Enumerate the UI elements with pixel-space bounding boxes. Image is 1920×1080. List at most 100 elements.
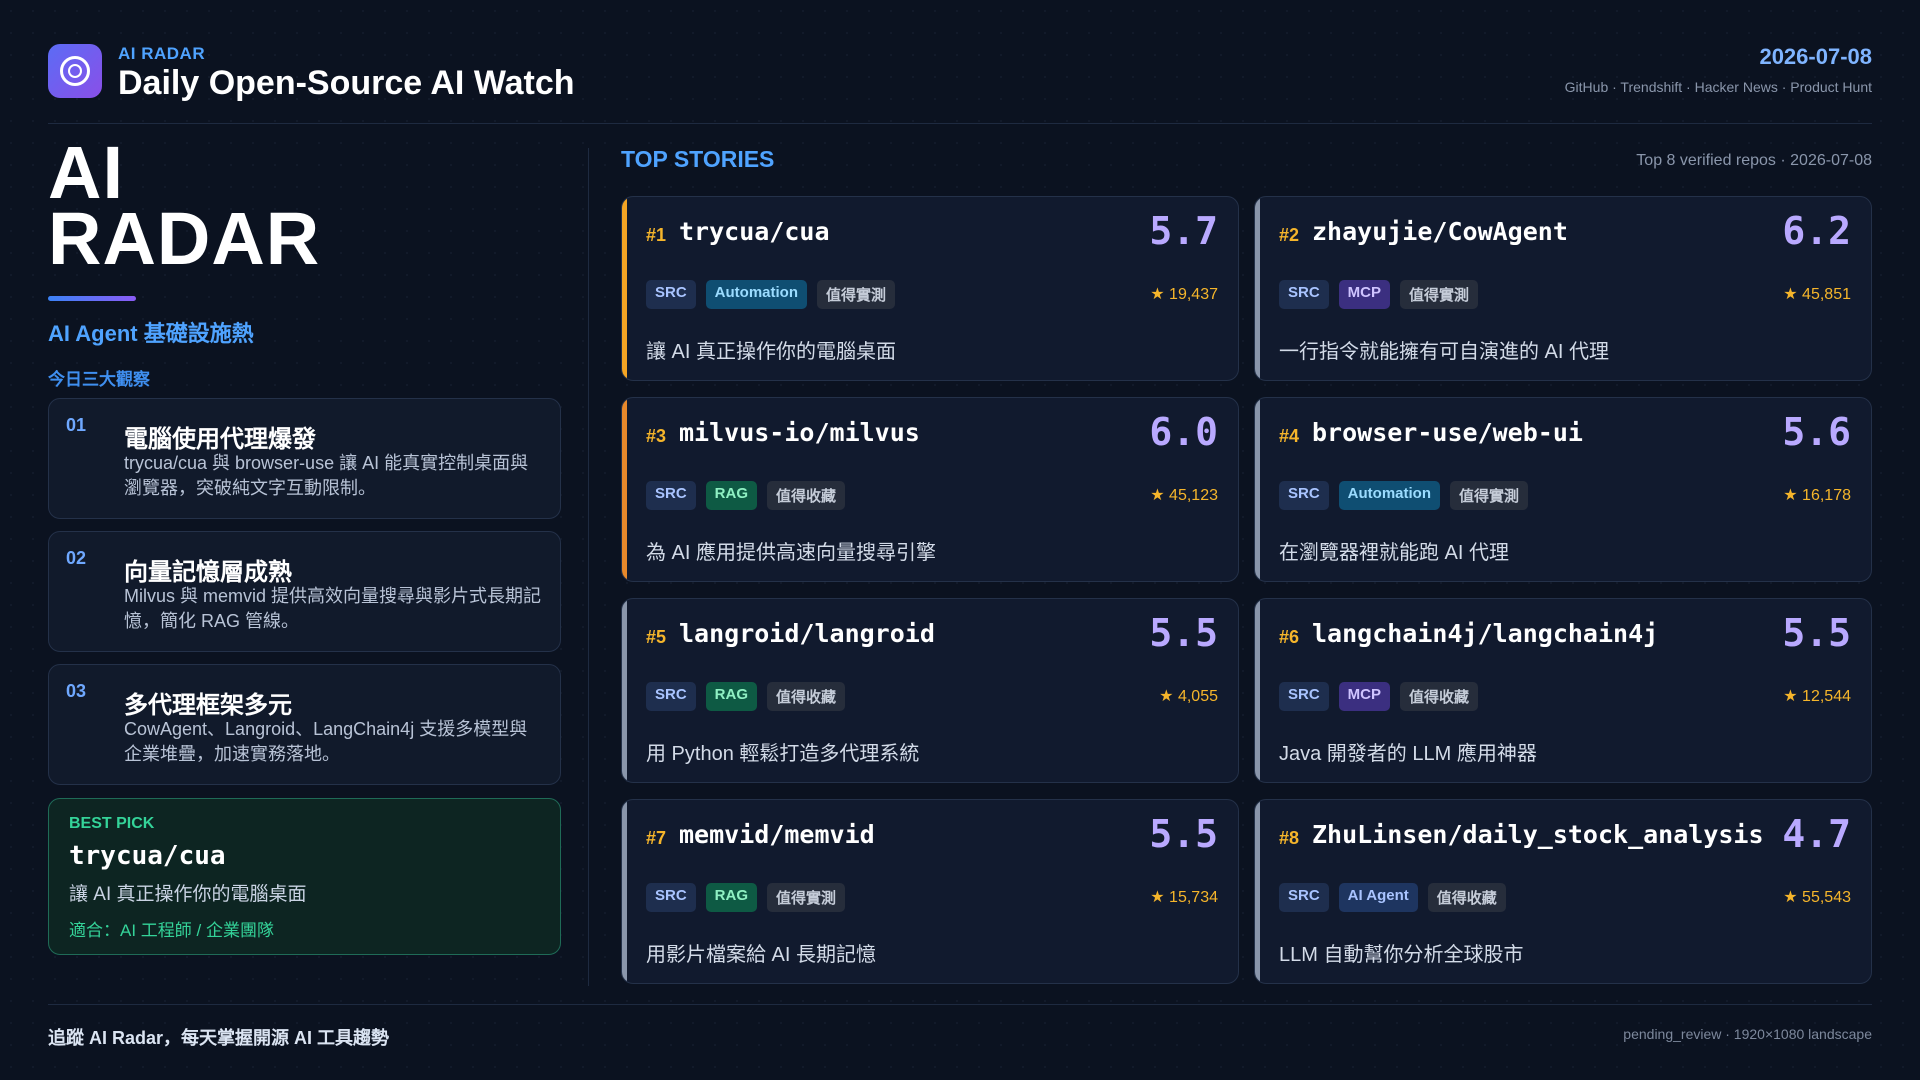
story-tag: Automation: [1338, 481, 1440, 510]
story-rank: #2: [1279, 225, 1300, 245]
story-tag: SRC: [646, 280, 696, 309]
story-card[interactable]: #7 memvid/memvid 5.5 SRC RAG 值得實測 ★ 15,734 用影片檔…: [621, 799, 1239, 984]
story-tag: SRC: [1279, 280, 1329, 309]
story-tag: SRC: [1279, 682, 1329, 711]
story-stars: ★ 12,544: [1783, 688, 1851, 705]
story-score: 5.7: [1149, 209, 1218, 253]
radar-logo-icon: [48, 44, 102, 98]
story-rank: #8: [1279, 828, 1300, 848]
best-pick-label: BEST PICK: [69, 815, 155, 832]
story-repo-name: zhayujie/CowAgent: [1312, 217, 1568, 246]
story-tags: SRC MCP 值得實測: [1279, 280, 1479, 309]
insight-number: 03: [66, 681, 87, 701]
story-score: 6.2: [1782, 209, 1851, 253]
story-tags: SRC AI Agent 值得收藏: [1279, 883, 1506, 912]
footer-status: pending_review · 1920×1080 landscape: [1623, 1026, 1872, 1042]
story-card[interactable]: #1 trycua/cua 5.7 SRC Automation 值得實測 ★ 19,437…: [621, 196, 1239, 381]
story-tag: SRC: [646, 682, 696, 711]
brand-label: AI RADAR: [118, 44, 206, 63]
insight-desc: Milvus 與 memvid 提供高效向量搜尋與影片式長期記憶，簡化 RAG …: [124, 586, 542, 631]
story-tag: SRC: [1279, 883, 1329, 912]
story-rank: #1: [646, 225, 667, 245]
story-desc: 在瀏覽器裡就能跑 AI 代理: [1279, 542, 1510, 564]
accent-bar: [48, 296, 136, 301]
story-tags: SRC Automation 值得實測: [646, 280, 896, 309]
insight-card: 01 電腦使用代理爆發 trycua/cua 與 browser-use 讓 A…: [48, 398, 561, 519]
story-tag: 值得收藏: [1427, 883, 1506, 912]
story-repo-name: browser-use/web-ui: [1312, 418, 1583, 447]
story-score: 5.5: [1149, 611, 1218, 655]
hero-subtitle: AI Agent 基礎設施熱: [48, 321, 254, 346]
story-desc: Java 開發者的 LLM 應用神器: [1279, 743, 1537, 765]
story-tag: SRC: [1279, 481, 1329, 510]
footer-divider: [48, 1004, 1872, 1005]
story-rank: #4: [1279, 426, 1300, 446]
story-tag: SRC: [646, 481, 696, 510]
hero-title: AI RADAR: [48, 136, 321, 280]
story-score: 5.6: [1782, 410, 1851, 454]
story-tag: 值得收藏: [767, 682, 846, 711]
story-tags: SRC RAG 值得收藏: [646, 682, 846, 711]
story-stars: ★ 45,123: [1150, 487, 1218, 504]
top-stories-meta: Top 8 verified repos · 2026-07-08: [1636, 152, 1872, 169]
header: AI RADAR Daily Open-Source AI Watch 2026…: [48, 44, 1872, 104]
story-rank: #6: [1279, 627, 1300, 647]
story-score: 4.7: [1782, 812, 1851, 856]
story-desc: LLM 自動幫你分析全球股市: [1279, 944, 1524, 966]
story-repo-name: memvid/memvid: [679, 820, 875, 849]
column-divider: [588, 148, 589, 986]
story-stars: ★ 55,543: [1783, 889, 1851, 906]
insight-number: 01: [66, 415, 87, 435]
story-tag: RAG: [705, 481, 758, 510]
story-tag: AI Agent: [1338, 883, 1418, 912]
story-score: 5.5: [1149, 812, 1218, 856]
story-tag: 值得實測: [767, 883, 846, 912]
story-stars: ★ 19,437: [1150, 286, 1218, 303]
best-pick-repo: trycua/cua: [69, 841, 226, 871]
story-tags: SRC Automation 值得實測: [1279, 481, 1529, 510]
insight-desc: trycua/cua 與 browser-use 讓 AI 能真實控制桌面與瀏覽…: [124, 453, 529, 498]
source-list: GitHub · Trendshift · Hacker News · Prod…: [1564, 79, 1872, 95]
insight-title: 電腦使用代理爆發: [124, 426, 316, 453]
story-tag: 值得實測: [1450, 481, 1529, 510]
story-score: 5.5: [1782, 611, 1851, 655]
story-tag: 值得收藏: [767, 481, 846, 510]
insight-desc: CowAgent、Langroid、LangChain4j 支援多模型與企業堆疊…: [124, 719, 528, 764]
story-card[interactable]: #2 zhayujie/CowAgent 6.2 SRC MCP 值得實測 ★ 45,851…: [1254, 196, 1872, 381]
story-desc: 一行指令就能擁有可自演進的 AI 代理: [1279, 341, 1610, 363]
story-tag: SRC: [646, 883, 696, 912]
story-stars: ★ 15,734: [1150, 889, 1218, 906]
story-repo-name: milvus-io/milvus: [679, 418, 920, 447]
story-repo-name: ZhuLinsen/daily_stock_analysis: [1312, 820, 1764, 849]
insight-title: 多代理框架多元: [124, 692, 292, 719]
story-rank: #7: [646, 828, 667, 848]
story-tags: SRC RAG 值得收藏: [646, 481, 846, 510]
best-pick-desc: 讓 AI 真正操作你的電腦桌面: [69, 884, 307, 905]
story-stars: ★ 16,178: [1783, 487, 1851, 504]
story-card[interactable]: #4 browser-use/web-ui 5.6 SRC Automation 值得實測…: [1254, 397, 1872, 582]
story-card[interactable]: #6 langchain4j/langchain4j 5.5 SRC MCP 值得收藏 ★ …: [1254, 598, 1872, 783]
report-date: 2026-07-08: [1759, 44, 1872, 69]
hero-title-line2: RADAR: [48, 197, 321, 280]
story-tag: MCP: [1338, 280, 1391, 309]
story-tag: 值得實測: [817, 280, 896, 309]
story-rank: #3: [646, 426, 667, 446]
story-tag: Automation: [705, 280, 807, 309]
top-stories-title: TOP STORIES: [621, 146, 775, 172]
insight-number: 02: [66, 548, 87, 568]
story-card[interactable]: #3 milvus-io/milvus 6.0 SRC RAG 值得收藏 ★ 45,123 為…: [621, 397, 1239, 582]
page-title: Daily Open-Source AI Watch: [118, 64, 575, 102]
insight-title: 向量記憶層成熟: [124, 559, 292, 586]
story-card[interactable]: #5 langroid/langroid 5.5 SRC RAG 值得收藏 ★ 4,055 用…: [621, 598, 1239, 783]
story-tags: SRC RAG 值得實測: [646, 883, 846, 912]
story-card[interactable]: #8 ZhuLinsen/daily_stock_analysis 4.7 SRC AI…: [1254, 799, 1872, 984]
best-pick-card[interactable]: BEST PICK trycua/cua 讓 AI 真正操作你的電腦桌面 適合：…: [48, 798, 561, 955]
insight-card: 02 向量記憶層成熟 Milvus 與 memvid 提供高效向量搜尋與影片式長…: [48, 531, 561, 652]
story-desc: 用 Python 輕鬆打造多代理系統: [646, 743, 920, 765]
story-rank: #5: [646, 627, 667, 647]
story-desc: 為 AI 應用提供高速向量搜尋引擎: [646, 542, 937, 564]
footer-tagline: 追蹤 AI Radar，每天掌握開源 AI 工具趨勢: [48, 1028, 390, 1048]
story-repo-name: langroid/langroid: [679, 619, 935, 648]
observations-label: 今日三大觀察: [48, 370, 150, 389]
insight-card: 03 多代理框架多元 CowAgent、Langroid、LangChain4j…: [48, 664, 561, 785]
